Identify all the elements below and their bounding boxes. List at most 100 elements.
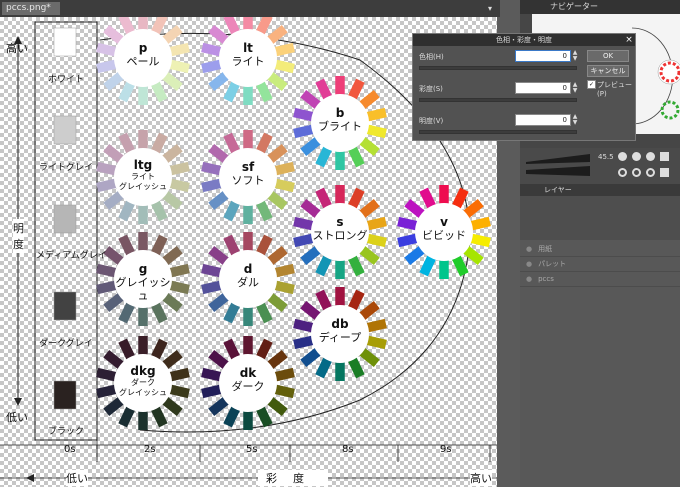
tone-label-dkg: dkg ダーク グレイッシュ — [113, 364, 173, 398]
gray-swatch-2 — [53, 204, 77, 234]
tone-label-db: db ディープ — [310, 317, 370, 344]
tone-label-lt: lt ライト — [218, 41, 278, 68]
tone-name: ソフト — [231, 174, 265, 187]
eye-icon[interactable]: ● — [526, 245, 532, 253]
tone-name: ダーク — [231, 380, 265, 393]
tone-abbr: ltg — [133, 158, 153, 172]
saturation-mark: 0s — [64, 444, 76, 455]
luminosity-input[interactable]: 0 — [515, 114, 571, 126]
gray-label: ライトグレイ — [38, 163, 93, 173]
document-tab-bar: pccs.png* × ▾ — [0, 0, 500, 26]
horizontal-axis-label: 彩度 — [258, 470, 328, 486]
ok-button[interactable]: OK — [587, 50, 629, 62]
layers-header: レイヤー — [520, 184, 680, 196]
eye-icon[interactable]: ● — [526, 260, 532, 268]
tone-name: グレイッシュ — [115, 276, 171, 302]
tone-abbr: lt — [243, 41, 253, 55]
tone-abbr: dk — [239, 366, 257, 380]
tone-label-sf: sf ソフト — [218, 160, 278, 187]
preview-checkbox[interactable]: ✓ — [587, 80, 596, 89]
horizontal-axis-low: 低い — [66, 470, 88, 486]
gray-swatch-1 — [53, 115, 77, 145]
zoom-in-icon[interactable] — [632, 152, 641, 161]
saturation-mark: 8s — [342, 444, 354, 455]
tone-name: ビビッド — [422, 229, 466, 242]
vertical-axis-low: 低い — [6, 411, 28, 424]
tone-abbr: g — [138, 262, 148, 276]
document-tab[interactable]: pccs.png* × — [2, 2, 60, 26]
layer-name: pccs — [538, 275, 554, 283]
layer-name: パレット — [538, 260, 567, 268]
vertical-axis-label-2: 度 — [13, 235, 24, 253]
tone-label-v: v ビビッド — [414, 215, 474, 242]
tone-name: ブライト — [318, 120, 362, 133]
horizontal-axis-arrow-left — [26, 474, 34, 482]
tone-abbr: s — [336, 215, 344, 229]
layer-row[interactable]: ● pccs — [520, 272, 680, 287]
luminosity-slider[interactable] — [419, 130, 577, 134]
chevron-down-icon[interactable]: ▾ — [484, 3, 496, 15]
tone-name: ダル — [237, 276, 259, 289]
zoom-out-icon[interactable] — [618, 152, 627, 161]
preview-label: プレビュー(P) — [597, 81, 632, 98]
saturation-slider[interactable] — [419, 98, 577, 102]
tone-name: ライト — [131, 172, 155, 181]
rotate-right-icon[interactable] — [646, 168, 655, 177]
tone-name: ライト — [231, 55, 265, 68]
saturation-mark: 9s — [440, 444, 452, 455]
hue-slider[interactable] — [419, 66, 577, 70]
dialog-title: 色相・彩度・明度 — [413, 34, 635, 46]
tone-label-ltg: ltg ライト グレイッシュ — [113, 158, 173, 192]
hue-saturation-dialog: 色相・彩度・明度 × 色相(H) 0 ▲ ▼ 彩度(S) 0 ▲ ▼ 明度(V) 0… — [412, 33, 636, 141]
hue-input[interactable]: 0 — [515, 50, 571, 62]
fit-icon[interactable] — [660, 152, 669, 161]
vertical-axis-arrow-down — [14, 398, 22, 406]
hue-spinner[interactable]: ▲ ▼ — [571, 50, 579, 62]
flip-icon[interactable] — [660, 168, 669, 177]
tone-name: ダーク — [131, 378, 155, 387]
reset-icon[interactable] — [618, 168, 627, 177]
saturation-label: 彩度(S) — [419, 85, 443, 93]
tone-abbr: db — [331, 317, 349, 331]
tone-name: ストロング — [312, 229, 368, 242]
layer-row[interactable]: ● パレット — [520, 257, 680, 272]
tone-abbr: sf — [241, 160, 255, 174]
gray-label: ダークグレイ — [39, 339, 93, 349]
vertical-axis-high: 高い — [6, 42, 28, 55]
document-tab-title: pccs.png* — [6, 3, 51, 13]
gray-swatch-4 — [53, 380, 77, 410]
tone-label-s: s ストロング — [310, 215, 370, 242]
luminosity-label: 明度(V) — [419, 117, 444, 125]
tone-label-b: b ブライト — [310, 106, 370, 133]
tone-label-dk: dk ダーク — [218, 366, 278, 393]
layers-title: レイヤー — [544, 186, 572, 194]
rotate-left-icon[interactable] — [632, 168, 641, 177]
saturation-mark: 5s — [246, 444, 258, 455]
tone-name: ペール — [126, 55, 160, 68]
saturation-mark: 2s — [144, 444, 156, 455]
tone-subname: グレイッシュ — [119, 388, 167, 397]
tone-label-g: g グレイッシュ — [113, 262, 173, 302]
layer-name: 用紙 — [538, 245, 553, 253]
gray-label: ホワイト — [47, 75, 84, 85]
rotate-icon[interactable] — [646, 152, 655, 161]
layers-panel: レイヤー ● 用紙 ● パレット ● pccs — [520, 184, 680, 487]
layers-toolbar — [520, 196, 680, 240]
horizontal-axis-high: 高い — [470, 470, 492, 486]
luminosity-spinner[interactable]: ▲ ▼ — [571, 114, 579, 126]
saturation-input[interactable]: 0 — [515, 82, 571, 94]
tone-abbr: p — [138, 41, 148, 55]
cancel-button[interactable]: キャンセル — [587, 65, 629, 77]
tone-label-p: p ペール — [113, 41, 173, 68]
eye-icon[interactable]: ● — [526, 275, 532, 283]
navigator-header: ナビゲーター — [520, 0, 680, 14]
saturation-spinner[interactable]: ▲ ▼ — [571, 82, 579, 94]
tone-abbr: dkg — [130, 364, 156, 378]
hue-label: 色相(H) — [419, 53, 444, 61]
layer-row[interactable]: ● 用紙 — [520, 242, 680, 257]
gray-swatch-3 — [53, 291, 77, 321]
close-icon[interactable]: × — [623, 34, 635, 46]
navigator-title: ナビゲーター — [550, 2, 598, 11]
horizontal-axis-label-2: 度 — [293, 472, 320, 485]
tone-abbr: v — [440, 215, 448, 229]
